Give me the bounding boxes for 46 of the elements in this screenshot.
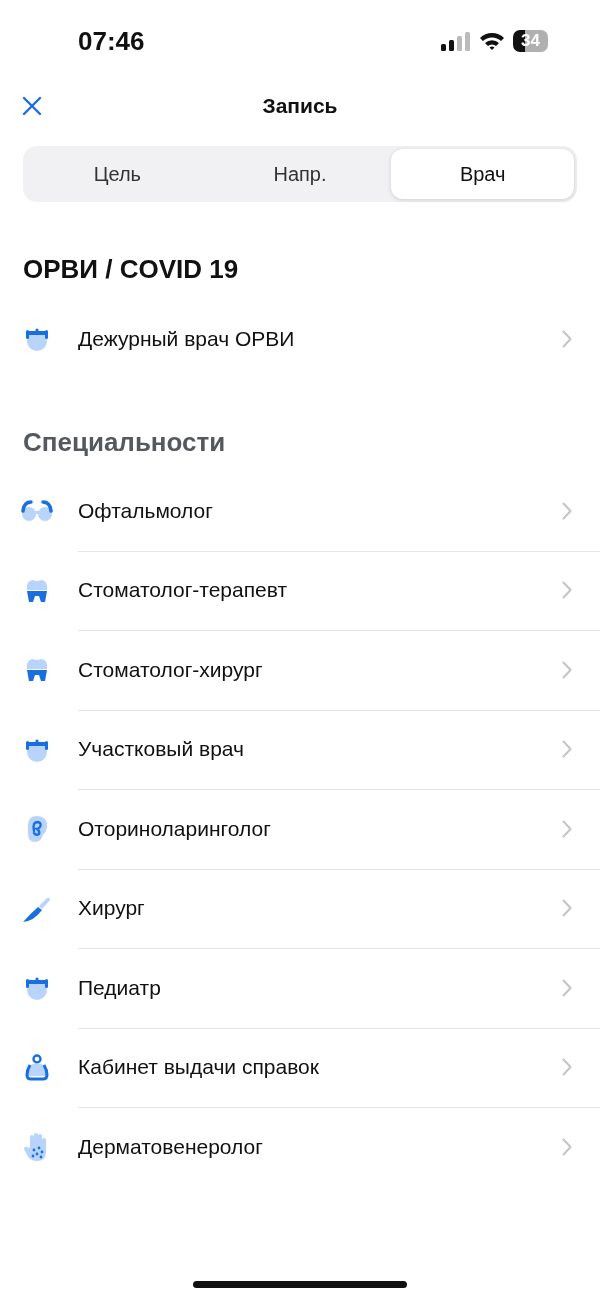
tooth-icon bbox=[24, 657, 50, 684]
item-label: Оториноларинголог bbox=[78, 816, 271, 841]
section-title: Специальности bbox=[23, 426, 227, 458]
list-item[interactable]: Хирург bbox=[0, 869, 600, 949]
segment-tab[interactable]: Цель bbox=[26, 149, 209, 199]
segment-tab[interactable]: Врач bbox=[391, 149, 574, 199]
list-item[interactable]: Офтальмолог bbox=[0, 471, 600, 551]
ear-icon bbox=[26, 815, 48, 844]
chevron-icon bbox=[562, 1138, 572, 1157]
item-label: Дежурный врач ОРВИ bbox=[78, 326, 295, 351]
chevron-icon bbox=[562, 899, 572, 918]
list-item[interactable]: Участковый врач bbox=[0, 710, 600, 790]
item-label: Кабинет выдачи справок bbox=[78, 1055, 319, 1080]
list-item[interactable]: Педиатр bbox=[0, 948, 600, 1028]
chevron-icon bbox=[562, 660, 572, 679]
list-item[interactable]: Дерматовенеролог bbox=[0, 1107, 600, 1187]
chevron-icon bbox=[562, 581, 572, 600]
list-item[interactable]: Стоматолог-терапевт bbox=[0, 551, 600, 631]
chevron-icon bbox=[562, 329, 572, 348]
list-item[interactable]: Стоматолог-хирург bbox=[0, 630, 600, 710]
wifi-icon bbox=[479, 31, 506, 51]
list-item[interactable]: Дежурный врач ОРВИ bbox=[0, 299, 600, 379]
doctor-icon bbox=[24, 975, 50, 1002]
section-title: ОРВИ / COVID 19 bbox=[23, 254, 240, 285]
list-item[interactable]: Оториноларинголог bbox=[0, 789, 600, 869]
status-time: 07:46 bbox=[78, 25, 145, 57]
item-label: Стоматолог-хирург bbox=[78, 657, 263, 682]
item-label: Стоматолог-терапевт bbox=[78, 578, 288, 603]
screen-title: Запись bbox=[262, 94, 338, 118]
item-label: Педиатр bbox=[78, 975, 161, 1000]
chevron-icon bbox=[562, 978, 572, 997]
chevron-icon bbox=[562, 501, 572, 520]
signal-icon bbox=[441, 31, 472, 51]
person-icon bbox=[23, 1053, 51, 1082]
chevron-icon bbox=[562, 740, 572, 759]
chevron-icon bbox=[562, 1058, 572, 1077]
item-label: Участковый врач bbox=[78, 737, 244, 762]
chevron-icon bbox=[562, 819, 572, 838]
item-label: Офтальмолог bbox=[78, 498, 213, 523]
list-item[interactable]: Кабинет выдачи справок bbox=[0, 1028, 600, 1108]
item-label: Хирург bbox=[78, 896, 145, 921]
close-icon[interactable] bbox=[22, 96, 42, 116]
segment-tab[interactable]: Напр. bbox=[208, 149, 392, 199]
item-label: Дерматовенеролог bbox=[78, 1135, 263, 1160]
tooth-icon bbox=[24, 577, 50, 604]
glasses-icon bbox=[21, 499, 53, 524]
